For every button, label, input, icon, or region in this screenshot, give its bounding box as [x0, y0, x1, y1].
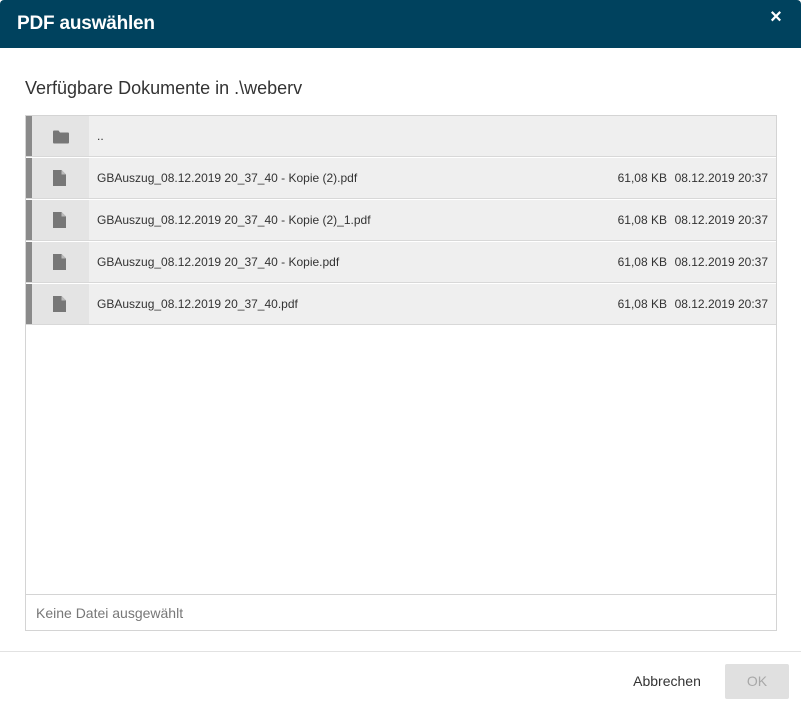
file-size: 61,08 KB — [617, 297, 667, 311]
file-name: GBAuszug_08.12.2019 20_37_40 - Kopie.pdf — [97, 255, 340, 269]
dialog-title: PDF auswählen — [17, 13, 155, 34]
list-item-file[interactable]: GBAuszug_08.12.2019 20_37_40 - Kopie (2)… — [26, 158, 776, 199]
list-item-file[interactable]: GBAuszug_08.12.2019 20_37_40 - Kopie (2)… — [26, 200, 776, 241]
footer-divider — [0, 651, 801, 652]
cancel-button[interactable]: Abbrechen — [622, 664, 712, 698]
file-date: 08.12.2019 20:37 — [674, 297, 768, 311]
file-name: GBAuszug_08.12.2019 20_37_40.pdf — [97, 297, 298, 311]
list-item-file[interactable]: GBAuszug_08.12.2019 20_37_40 - Kopie.pdf… — [26, 242, 776, 283]
selected-file-field: Keine Datei ausgewählt — [25, 594, 777, 631]
file-icon — [32, 200, 89, 240]
file-date: 08.12.2019 20:37 — [674, 255, 768, 269]
file-size: 61,08 KB — [617, 255, 667, 269]
file-date: 08.12.2019 20:37 — [674, 171, 768, 185]
selected-file-text: Keine Datei ausgewählt — [36, 605, 184, 621]
file-icon — [32, 284, 89, 324]
list-item-parent-folder[interactable]: .. — [26, 116, 776, 157]
pdf-select-dialog: PDF auswählen × Verfügbare Dokumente in … — [0, 0, 801, 712]
file-name: GBAuszug_08.12.2019 20_37_40 - Kopie (2)… — [97, 213, 371, 227]
documents-heading: Verfügbare Dokumente in .\weberv — [25, 78, 303, 98]
file-name: GBAuszug_08.12.2019 20_37_40 - Kopie (2)… — [97, 171, 358, 185]
close-icon[interactable]: × — [765, 6, 787, 28]
file-date: 08.12.2019 20:37 — [674, 213, 768, 227]
file-list: .. GBAuszug_08.12.2019 20_37_40 - Kopie … — [25, 115, 777, 595]
file-size: 61,08 KB — [617, 213, 667, 227]
dialog-titlebar: PDF auswählen × — [0, 0, 801, 48]
file-name: .. — [97, 129, 104, 143]
file-size: 61,08 KB — [617, 171, 667, 185]
file-icon — [32, 242, 89, 282]
list-item-file[interactable]: GBAuszug_08.12.2019 20_37_40.pdf 61,08 K… — [26, 284, 776, 325]
folder-icon — [32, 116, 89, 156]
file-icon — [32, 158, 89, 198]
ok-button[interactable]: OK — [725, 664, 789, 699]
